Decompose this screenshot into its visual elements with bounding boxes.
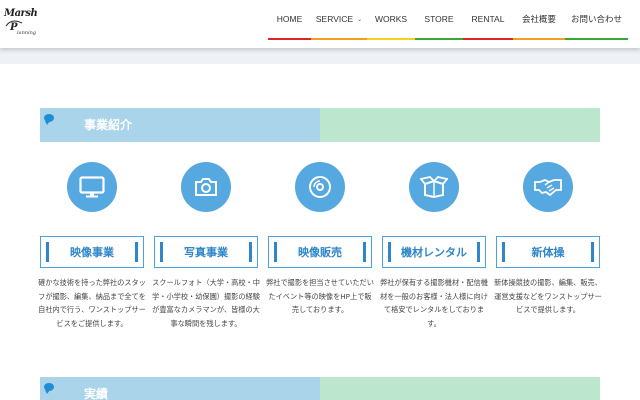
nav-contact-label: お問い合わせ	[570, 14, 622, 24]
nav-company-label: 会社概要	[521, 14, 556, 24]
site-header: Marsh P lanning HOME SERVICE ⌄ WORKS STO…	[0, 0, 640, 48]
section-header-business: 事業紹介	[40, 108, 600, 142]
section-header-works: 実績	[40, 377, 600, 400]
nav-home[interactable]: HOME	[268, 0, 311, 40]
service-button-video[interactable]: 映像事業	[40, 236, 144, 268]
nav-store[interactable]: STORE	[415, 0, 463, 40]
nav-works[interactable]: WORKS	[367, 0, 415, 40]
section-title-works: 実績	[84, 387, 109, 400]
logo-text-planning: lanning	[17, 30, 37, 36]
service-button-rental[interactable]: 機材レンタル	[382, 236, 486, 268]
site-logo[interactable]: Marsh P lanning	[4, 8, 44, 42]
nav-contact[interactable]: お問い合わせ	[565, 0, 628, 40]
service-desc-photo: スクールフォト（大学・高校・中学・小学校・幼保園）撮影の経験が豊富なカメラマンが…	[152, 278, 260, 328]
nav-home-label: HOME	[276, 14, 303, 24]
main-content: 事業紹介 映像事業 確かな技術を持った弊社のスタッフが撮影、編集、納品まで全てを…	[0, 64, 640, 400]
service-desc-video-sales: 弊社で撮影を担当させていただいたイベント等の映像をHP上で販売しております。	[266, 278, 374, 314]
service-button-video-sales[interactable]: 映像販売	[268, 236, 372, 268]
disc-icon[interactable]	[295, 162, 345, 212]
main-nav: HOME SERVICE ⌄ WORKS STORE RENTAL 会社概要 お…	[268, 0, 628, 48]
service-desc-rental: 弊社が保有する撮影機材・配信機材を一般のお客様・法人様に向けて格安でレンタルをし…	[380, 278, 488, 328]
nav-store-label: STORE	[424, 14, 454, 24]
section-header-right	[320, 377, 600, 400]
nav-rental[interactable]: RENTAL	[463, 0, 513, 40]
service-button-photo[interactable]: 写真事業	[154, 236, 258, 268]
speech-bubble-icon	[44, 383, 54, 394]
nav-service-label: SERVICE	[315, 14, 354, 24]
section-header-left: 事業紹介	[40, 108, 320, 142]
camera-icon[interactable]	[181, 162, 231, 212]
section-title-business: 事業紹介	[84, 118, 133, 132]
handshake-icon[interactable]	[523, 162, 573, 212]
section-header-left: 実績	[40, 377, 320, 400]
box-icon[interactable]	[409, 162, 459, 212]
chevron-down-icon: ⌄	[357, 16, 363, 23]
nav-rental-label: RENTAL	[471, 14, 505, 24]
nav-company[interactable]: 会社概要	[513, 0, 565, 40]
service-desc-video: 確かな技術を持った弊社のスタッフが撮影、編集、納品まで全てを自社内で行う、ワンス…	[38, 278, 146, 328]
speech-bubble-icon	[44, 114, 54, 125]
section-header-right	[320, 108, 600, 142]
nav-works-label: WORKS	[374, 14, 408, 24]
service-desc-gymnastics: 新体操競技の撮影、編集、販売、運営支援などをワンストップサービスで提供します。	[494, 278, 602, 314]
monitor-icon[interactable]	[67, 162, 117, 212]
service-button-gymnastics[interactable]: 新体操	[496, 236, 600, 268]
nav-service[interactable]: SERVICE ⌄	[311, 0, 367, 40]
